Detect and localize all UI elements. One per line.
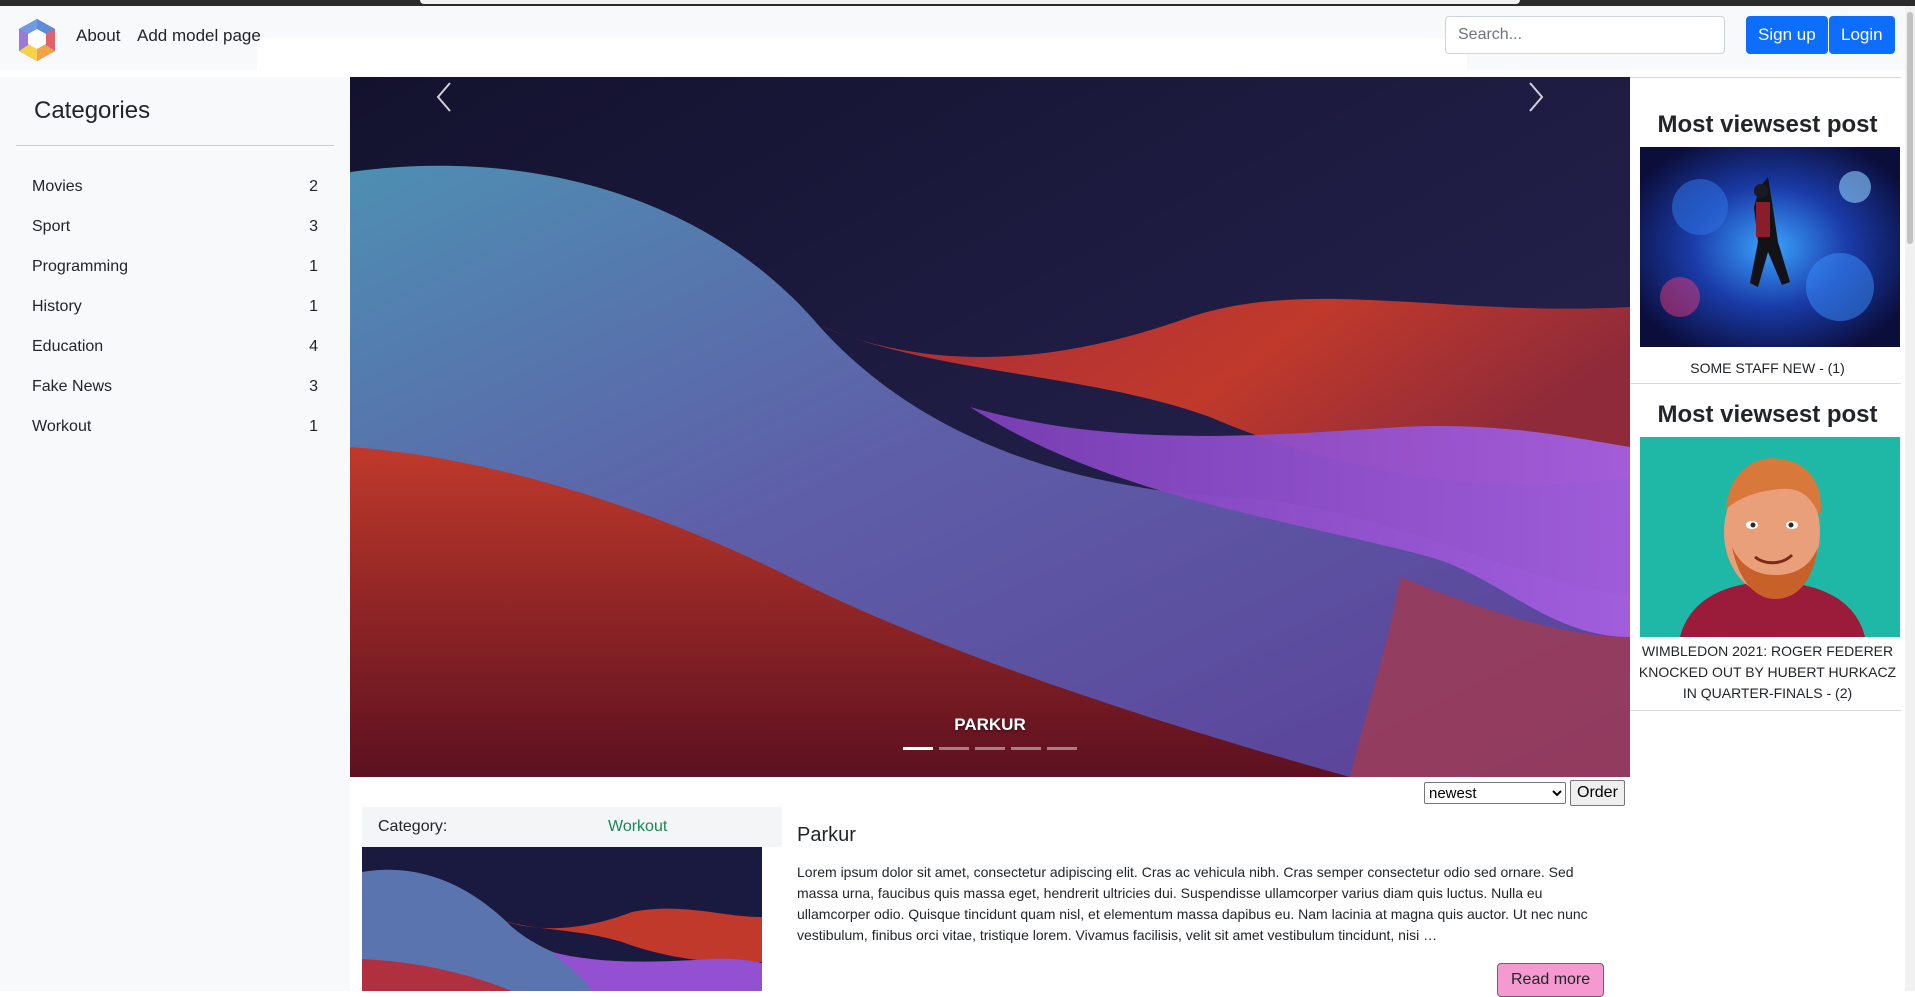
category-item-history[interactable]: History 1 [32, 287, 318, 327]
block-divider [1630, 383, 1901, 384]
carousel-indicator[interactable] [903, 747, 933, 750]
category-item-movies[interactable]: Movies 2 [32, 167, 318, 207]
login-button[interactable]: Login [1829, 16, 1895, 54]
category-label: Sport [32, 218, 71, 235]
most-viewed-image[interactable] [1640, 437, 1900, 637]
category-label: Workout [32, 418, 92, 435]
carousel-indicators [903, 747, 1077, 750]
most-viewed-sidebar: Most viewsest post SOME STAFF NEW - (1) [1630, 77, 1905, 991]
post-category-link[interactable]: Workout [608, 818, 667, 836]
logo-icon[interactable] [16, 17, 58, 63]
categories-divider [16, 145, 334, 146]
category-count: 1 [309, 258, 318, 275]
carousel-indicator[interactable] [1011, 747, 1041, 750]
post-thumbnail-image [362, 847, 762, 991]
category-label: History [32, 298, 82, 315]
carousel-slide-image [350, 77, 1630, 777]
post-category-label: Category: [378, 818, 448, 835]
category-label: Programming [32, 258, 129, 275]
category-count: 3 [309, 378, 318, 395]
navbar-band [257, 38, 1467, 70]
order-controls: newest Order [1424, 780, 1625, 806]
most-viewed-image-art [1640, 437, 1900, 637]
post-category-bar: Category: Workout [362, 807, 782, 847]
category-label: Education [32, 338, 104, 355]
carousel-prev-icon[interactable] [430, 77, 460, 117]
category-item-sport[interactable]: Sport 3 [32, 207, 318, 247]
nav-about-link[interactable]: About [76, 26, 120, 46]
category-count: 1 [309, 418, 318, 435]
most-viewed-caption[interactable]: SOME STAFF NEW - (1) [1630, 358, 1905, 379]
most-viewed-image-art [1640, 147, 1900, 347]
category-item-fake-news[interactable]: Fake News 3 [32, 367, 318, 407]
block-divider [1630, 77, 1901, 78]
carousel-indicator[interactable] [939, 747, 969, 750]
most-viewed-caption[interactable]: WIMBLEDON 2021: ROGER FEDERER KNOCKED OU… [1630, 641, 1905, 704]
most-viewed-title: Most viewsest post [1657, 111, 1878, 138]
order-select[interactable]: newest [1424, 782, 1566, 804]
page-scrollbar[interactable] [1905, 6, 1915, 991]
scrollbar-thumb[interactable] [1907, 12, 1913, 244]
categories-sidebar: Categories Movies 2 Sport 3 Programming 1 H… [0, 77, 350, 991]
category-count: 4 [309, 338, 318, 355]
post-card: Category: Workout Parkur Lorem ipsum dol… [350, 807, 1630, 997]
signup-button[interactable]: Sign up [1746, 16, 1828, 54]
read-more-button[interactable]: Read more [1497, 963, 1605, 997]
nav-add-model-link[interactable]: Add model page [137, 26, 261, 46]
carousel-indicator[interactable] [1047, 747, 1077, 750]
category-count: 1 [309, 298, 318, 315]
navbar: About Add model page Sign up Login [0, 6, 1905, 70]
carousel-indicator[interactable] [975, 747, 1005, 750]
carousel-caption: PARKUR [954, 715, 1026, 734]
category-label: Fake News [32, 378, 113, 395]
block-divider [1630, 710, 1901, 711]
category-label: Movies [32, 178, 83, 195]
search-input[interactable] [1445, 16, 1725, 54]
post-title[interactable]: Parkur [797, 824, 856, 847]
category-item-workout[interactable]: Workout 1 [32, 407, 318, 447]
carousel-next-icon[interactable] [1520, 77, 1550, 117]
post-thumbnail[interactable] [362, 847, 762, 991]
category-count: 3 [309, 218, 318, 235]
categories-list: Movies 2 Sport 3 Programming 1 History 1 Edu… [32, 167, 318, 447]
post-excerpt: Lorem ipsum dolor sit amet, consectetur … [797, 864, 1588, 943]
order-button[interactable]: Order [1570, 780, 1625, 806]
hero-carousel: PARKUR [350, 77, 1630, 777]
categories-title: Categories [34, 97, 151, 124]
browser-tab-area [420, 0, 1520, 4]
most-viewed-image[interactable] [1640, 147, 1900, 347]
category-item-programming[interactable]: Programming 1 [32, 247, 318, 287]
category-item-education[interactable]: Education 4 [32, 327, 318, 367]
most-viewed-title: Most viewsest post [1657, 401, 1878, 428]
category-count: 2 [309, 178, 318, 195]
